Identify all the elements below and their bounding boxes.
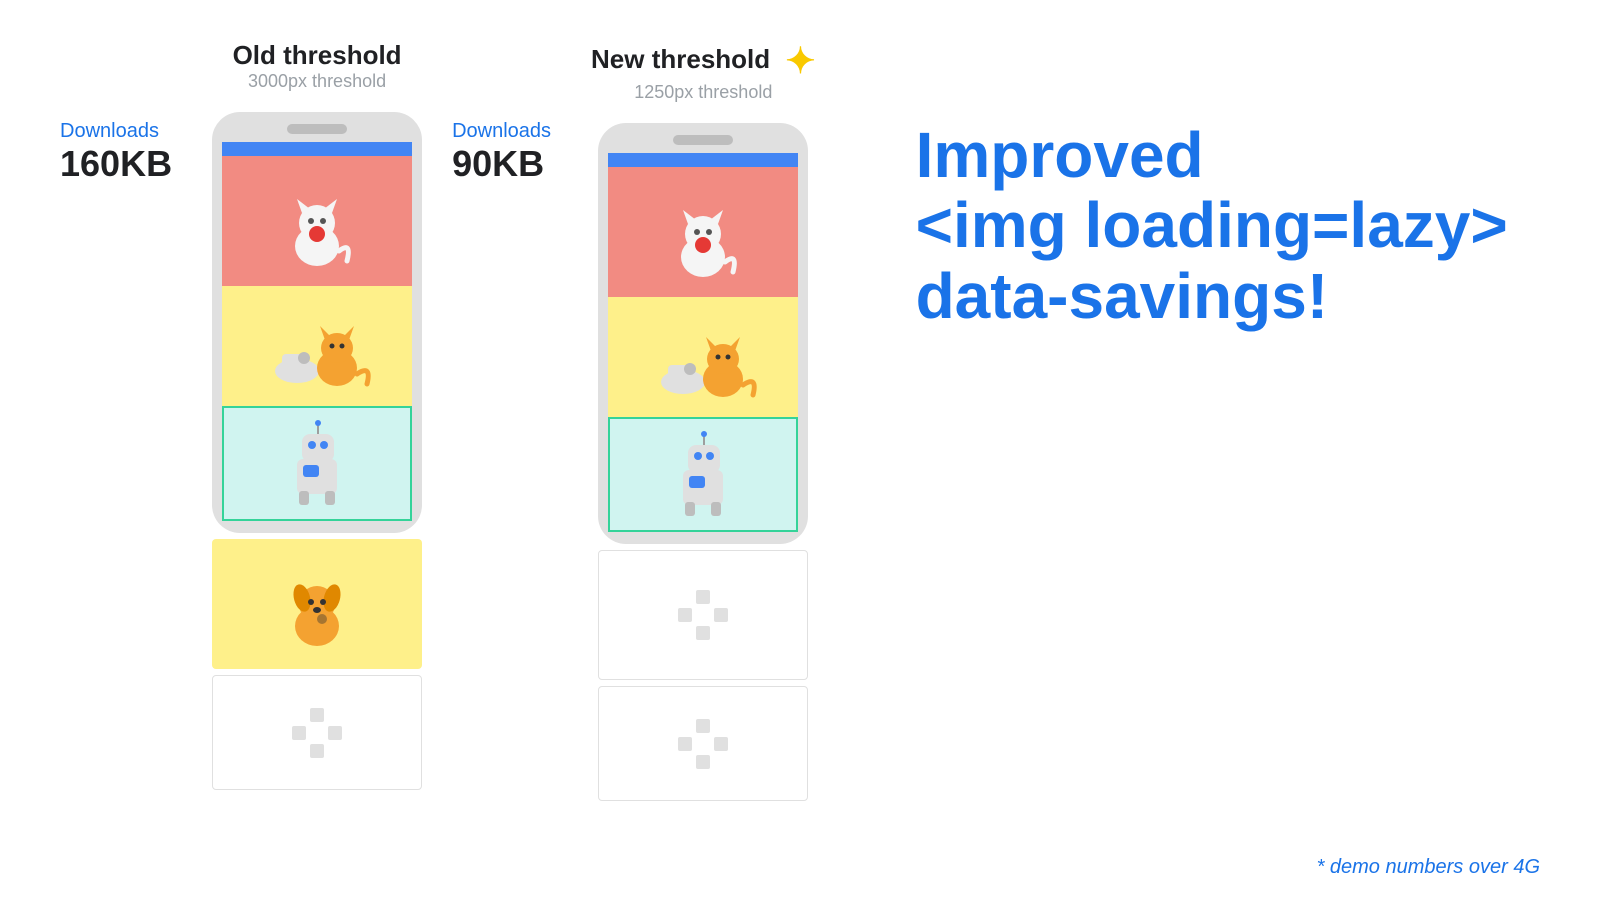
demo-note: * demo numbers over 4G: [1317, 856, 1540, 879]
right-downloads-info: Downloads 90KB: [452, 120, 551, 185]
cat-white-icon: [272, 171, 362, 271]
right-loading-box-2: [598, 686, 808, 801]
right-downloads-label: Downloads: [452, 120, 551, 142]
robot-dog-icon: [277, 419, 357, 509]
right-column-header: New threshold ✦ 1250px threshold: [591, 40, 816, 103]
left-img-cat-yellow: [222, 286, 412, 406]
right-img-cat-salmon: [608, 167, 798, 297]
left-downloads-label: Downloads: [60, 120, 159, 142]
left-dog-yellow-box: [212, 539, 422, 669]
left-phone-notch: [287, 124, 347, 134]
improved-text: Improved <img loading=lazy> data-savings…: [916, 120, 1508, 331]
cat-orange-icon: [262, 296, 372, 396]
right-text-section: Improved <img loading=lazy> data-savings…: [856, 40, 1540, 331]
right-phone-notch: [673, 135, 733, 145]
right-cat-orange-icon: [648, 307, 758, 407]
right-phone-column: New threshold ✦ 1250px threshold: [591, 40, 816, 801]
left-downloads-size: 160KB: [60, 143, 172, 184]
left-phone-screen: [222, 142, 412, 521]
left-loading-spinner: [292, 708, 342, 758]
left-loading-box: [212, 675, 422, 790]
left-column-subtitle: 3000px threshold: [233, 71, 402, 92]
right-below-phone: [598, 550, 808, 801]
right-loading-spinner-2: [678, 719, 728, 769]
right-phone-frame: [598, 123, 808, 544]
right-loading-box-1: [598, 550, 808, 680]
right-cat-white-icon: [658, 182, 748, 282]
left-phone-frame: [212, 112, 422, 533]
left-phone-column: Old threshold 3000px threshold: [212, 40, 422, 790]
right-column-title: New threshold ✦: [591, 40, 816, 82]
left-img-cat-salmon: [222, 156, 412, 286]
left-column-title: Old threshold: [233, 40, 402, 71]
right-downloads-size: 90KB: [452, 143, 544, 184]
right-phone-screen: [608, 153, 798, 532]
left-column-header: Old threshold 3000px threshold: [233, 40, 402, 92]
right-loading-spinner-1: [678, 590, 728, 640]
left-nav-bar: [222, 142, 412, 156]
right-nav-bar: [608, 153, 798, 167]
right-img-dog-teal: [608, 417, 798, 532]
sparkle-icon: ✦: [785, 40, 815, 82]
left-below-phone: [212, 539, 422, 790]
right-img-cat-yellow: [608, 297, 798, 417]
left-img-dog-teal: [222, 406, 412, 521]
dog-yellow-icon: [272, 554, 362, 654]
page: Downloads 160KB Old threshold 3000px thr…: [0, 0, 1600, 919]
right-robot-dog-icon: [663, 430, 743, 520]
right-column-subtitle: 1250px threshold: [591, 82, 816, 103]
left-downloads-info: Downloads 160KB: [60, 120, 172, 185]
